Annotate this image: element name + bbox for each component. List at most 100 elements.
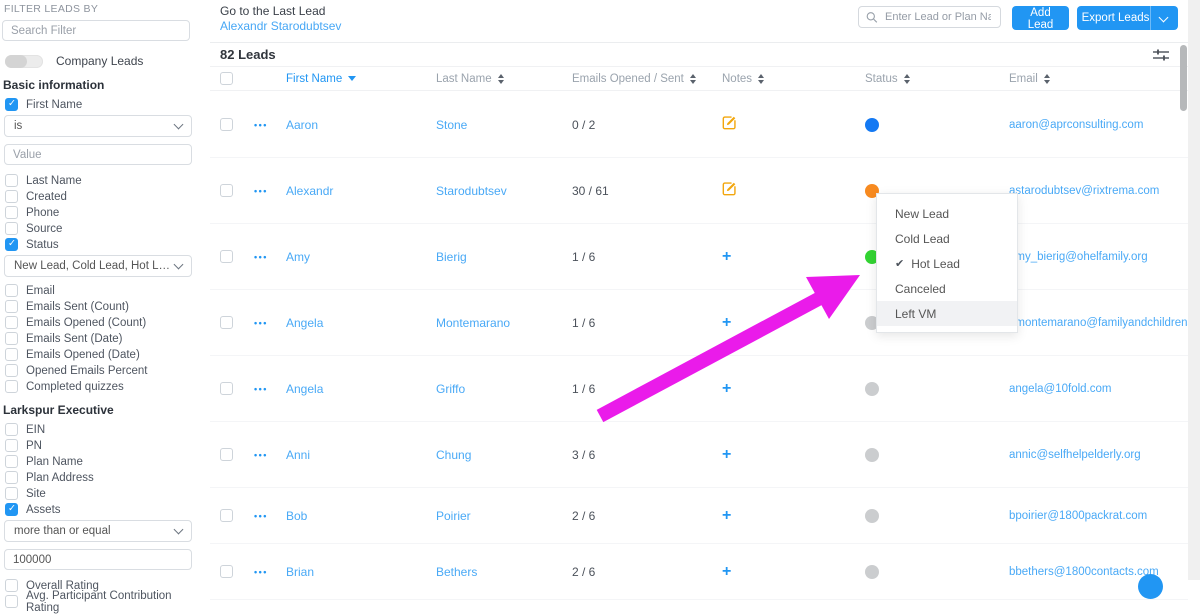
menu-item-cold-lead[interactable]: Cold Lead: [877, 226, 1017, 251]
filter-pn[interactable]: PN: [5, 439, 205, 452]
checkbox[interactable]: [5, 348, 18, 361]
filter-emails-opened-count[interactable]: Emails Opened (Count): [5, 316, 205, 329]
scroll-fab[interactable]: [1138, 574, 1163, 599]
row-actions-icon[interactable]: •••: [254, 252, 286, 262]
assets-operator-select[interactable]: more than or equal: [4, 520, 192, 542]
first-name-operator-select[interactable]: is: [4, 115, 192, 137]
filter-emails-sent-date[interactable]: Emails Sent (Date): [5, 332, 205, 345]
checkbox[interactable]: [5, 595, 18, 608]
email-link[interactable]: amy_bierig@ohelfamily.org: [1009, 251, 1188, 263]
row-actions-icon[interactable]: •••: [254, 567, 286, 577]
checkbox[interactable]: [5, 380, 18, 393]
column-header-first-name[interactable]: First Name: [286, 73, 436, 85]
assets-value-input[interactable]: [4, 549, 192, 570]
checkbox-checked[interactable]: [5, 503, 18, 516]
checkbox[interactable]: [5, 487, 18, 500]
lead-search-box[interactable]: [858, 6, 1001, 28]
vertical-scrollbar[interactable]: [1180, 45, 1187, 111]
filter-plan-name[interactable]: Plan Name: [5, 455, 205, 468]
menu-item-left-vm[interactable]: Left VM: [877, 301, 1017, 326]
checkbox[interactable]: [5, 471, 18, 484]
filter-avg-participant-contribution-rating[interactable]: Avg. Participant Contribution Rating: [5, 590, 205, 614]
row-checkbox[interactable]: [220, 509, 233, 522]
row-checkbox[interactable]: [220, 118, 233, 131]
menu-item-hot-lead[interactable]: ✔ Hot Lead: [877, 251, 1017, 276]
checkbox[interactable]: [5, 579, 18, 592]
email-link[interactable]: aaron@aprconsulting.com: [1009, 119, 1188, 131]
email-link[interactable]: angela@10fold.com: [1009, 383, 1188, 395]
search-filter-input[interactable]: [2, 20, 190, 41]
filter-source[interactable]: Source: [5, 222, 205, 235]
status-filter-select[interactable]: New Lead, Cold Lead, Hot Lead, ...: [4, 255, 192, 277]
row-actions-icon[interactable]: •••: [254, 384, 286, 394]
checkbox[interactable]: [5, 300, 18, 313]
add-note-icon[interactable]: +: [722, 248, 865, 264]
menu-item-canceled[interactable]: Canceled: [877, 276, 1017, 301]
export-leads-button[interactable]: Export Leads: [1077, 6, 1178, 30]
first-name-link[interactable]: Amy: [286, 250, 436, 264]
status-dot[interactable]: [865, 381, 879, 396]
email-link[interactable]: annic@selfhelpelderly.org: [1009, 449, 1188, 461]
add-note-icon[interactable]: +: [722, 563, 865, 579]
row-checkbox[interactable]: [220, 250, 233, 263]
filter-last-name[interactable]: Last Name: [5, 174, 205, 187]
status-dot[interactable]: [865, 564, 879, 579]
email-link[interactable]: amontemarano@familyandchildrens.org: [1009, 317, 1200, 329]
filter-opened-emails-percent[interactable]: Opened Emails Percent: [5, 364, 205, 377]
checkbox[interactable]: [5, 222, 18, 235]
column-header-email[interactable]: Email: [1009, 73, 1188, 85]
status-dot[interactable]: [865, 117, 879, 132]
row-checkbox[interactable]: [220, 382, 233, 395]
checkbox-checked[interactable]: [5, 98, 18, 111]
filter-plan-address[interactable]: Plan Address: [5, 471, 205, 484]
row-actions-icon[interactable]: •••: [254, 318, 286, 328]
filter-status[interactable]: Status: [5, 238, 205, 251]
checkbox[interactable]: [5, 455, 18, 468]
add-lead-button[interactable]: Add Lead: [1012, 6, 1069, 31]
filter-emails-sent-count[interactable]: Emails Sent (Count): [5, 300, 205, 313]
filter-created[interactable]: Created: [5, 190, 205, 203]
row-checkbox[interactable]: [220, 448, 233, 461]
email-link[interactable]: bpoirier@1800packrat.com: [1009, 510, 1188, 522]
first-name-link[interactable]: Angela: [286, 382, 436, 396]
filter-phone[interactable]: Phone: [5, 206, 205, 219]
last-name-link[interactable]: Chung: [436, 448, 572, 462]
first-name-link[interactable]: Alexandr: [286, 184, 436, 198]
lead-search-input[interactable]: [883, 10, 993, 24]
last-name-link[interactable]: Poirier: [436, 509, 572, 523]
select-all-checkbox[interactable]: [220, 72, 233, 85]
filter-assets[interactable]: Assets: [5, 503, 205, 516]
add-note-icon[interactable]: +: [722, 314, 865, 330]
last-name-link[interactable]: Starodubtsev: [436, 184, 572, 198]
filter-emails-opened-date[interactable]: Emails Opened (Date): [5, 348, 205, 361]
row-actions-icon[interactable]: •••: [254, 186, 286, 196]
row-checkbox[interactable]: [220, 565, 233, 578]
first-name-link[interactable]: Aaron: [286, 118, 436, 132]
checkbox[interactable]: [5, 332, 18, 345]
column-header-emails-opened-sent[interactable]: Emails Opened / Sent: [572, 73, 722, 85]
email-link[interactable]: bbethers@1800contacts.com: [1009, 566, 1188, 578]
first-name-link[interactable]: Anni: [286, 448, 436, 462]
first-name-link[interactable]: Bob: [286, 509, 436, 523]
add-note-icon[interactable]: +: [722, 446, 865, 462]
edit-note-icon[interactable]: [722, 115, 865, 135]
status-dot[interactable]: [865, 508, 879, 523]
row-actions-icon[interactable]: •••: [254, 120, 286, 130]
column-settings-icon[interactable]: [1152, 48, 1170, 67]
checkbox[interactable]: [5, 316, 18, 329]
status-dot[interactable]: [865, 447, 879, 462]
checkbox[interactable]: [5, 439, 18, 452]
checkbox[interactable]: [5, 190, 18, 203]
filter-completed-quizzes[interactable]: Completed quizzes: [5, 380, 205, 393]
column-header-last-name[interactable]: Last Name: [436, 73, 572, 85]
row-actions-icon[interactable]: •••: [254, 511, 286, 521]
add-note-icon[interactable]: +: [722, 380, 865, 396]
email-link[interactable]: astarodubtsev@rixtrema.com: [1009, 185, 1188, 197]
first-name-value-input[interactable]: [4, 144, 192, 165]
filter-first-name[interactable]: First Name: [5, 98, 205, 111]
filter-site[interactable]: Site: [5, 487, 205, 500]
menu-item-new-lead[interactable]: New Lead: [877, 201, 1017, 226]
column-header-notes[interactable]: Notes: [722, 73, 865, 85]
row-checkbox[interactable]: [220, 316, 233, 329]
column-header-status[interactable]: Status: [865, 73, 1009, 85]
